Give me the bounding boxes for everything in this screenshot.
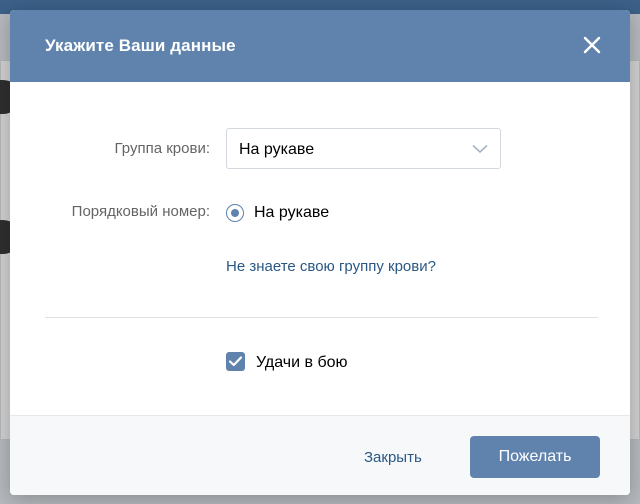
radio-selected-dot <box>230 208 239 217</box>
dialog-footer: Закрыть Пожелать <box>10 415 630 495</box>
close-dialog-button[interactable]: Закрыть <box>364 449 422 466</box>
submit-wish-button[interactable]: Пожелать <box>470 436 600 478</box>
radio-button[interactable] <box>226 204 244 222</box>
close-button[interactable] <box>580 33 604 57</box>
divider <box>45 317 598 318</box>
blood-group-selected-value: На рукаве <box>239 141 315 158</box>
close-icon <box>583 36 601 54</box>
checkmark-icon <box>228 356 243 367</box>
radio-option-label: На рукаве <box>254 204 330 221</box>
chevron-down-icon <box>472 145 488 153</box>
good-luck-checkbox-label: Удачи в бою <box>256 354 348 371</box>
good-luck-checkbox[interactable] <box>226 352 245 371</box>
blood-group-help-link[interactable]: Не знаете свою группу крови? <box>226 258 436 275</box>
dialog-header: Укажите Ваши данные <box>10 10 630 82</box>
user-data-dialog: Укажите Ваши данные Группа крови: На рук… <box>10 10 630 495</box>
blood-group-select[interactable]: На рукаве <box>226 128 501 169</box>
serial-number-label: Порядковый номер: <box>71 203 210 220</box>
blood-group-label: Группа крови: <box>114 140 210 157</box>
dialog-title: Укажите Ваши данные <box>45 36 236 55</box>
